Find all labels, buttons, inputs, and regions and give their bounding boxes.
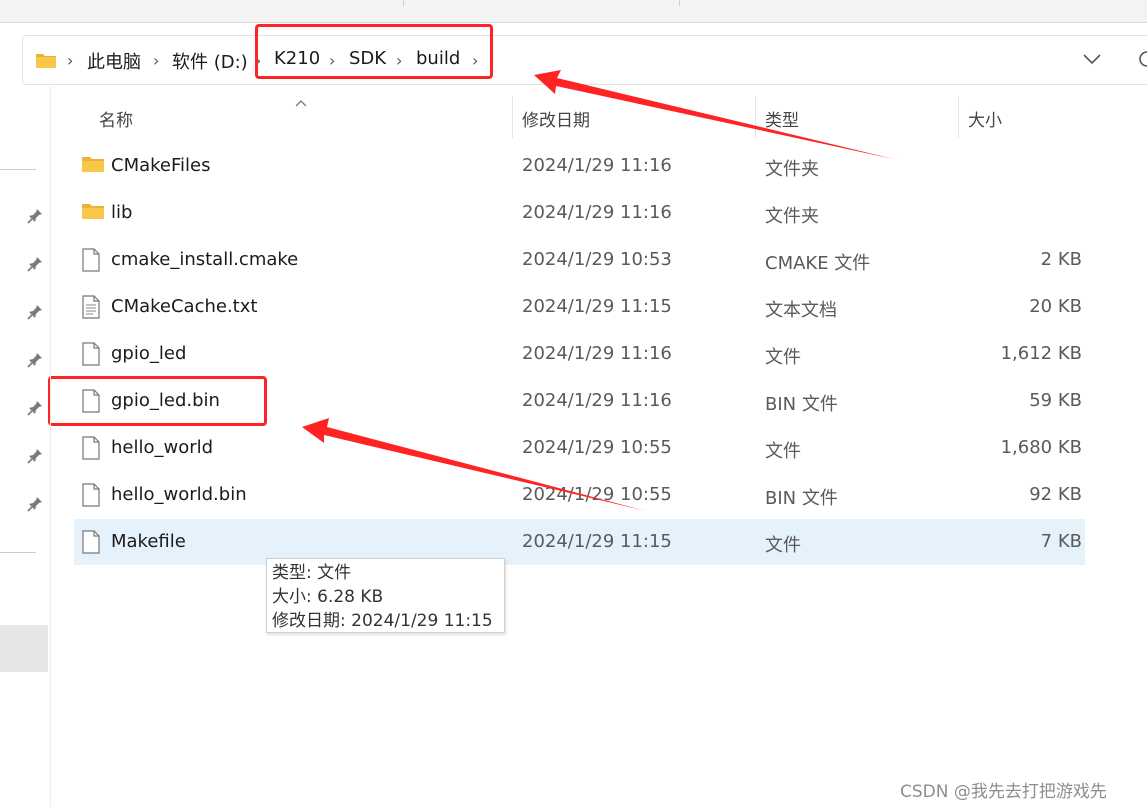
file-date: 2024/1/29 11:15 [522, 296, 672, 317]
chevron-right-icon[interactable]: › [472, 51, 478, 70]
pin-icon[interactable] [26, 255, 44, 273]
address-bar[interactable]: › 此电脑 › 软件 (D:) › K210 › SDK › build › [22, 35, 1147, 85]
file-name: gpio_led [111, 343, 187, 364]
file-name: lib [111, 202, 133, 223]
sort-ascending-icon [295, 92, 307, 111]
file-size: 20 KB [1029, 296, 1082, 317]
breadcrumb-this-pc[interactable]: 此电脑 [87, 48, 141, 74]
file-name: hello_world [111, 437, 214, 458]
file-type: 文本文档 [765, 300, 837, 321]
folder-icon [81, 154, 105, 178]
chevron-right-icon[interactable]: › [329, 51, 335, 70]
file-type: 文件 [765, 535, 801, 556]
breadcrumb-sdk[interactable]: SDK [349, 48, 386, 69]
file-row[interactable]: Makefile 2024/1/29 11:15 文件 7 KB [74, 519, 1085, 565]
file-icon [81, 248, 101, 276]
file-name: CMakeCache.txt [111, 296, 258, 317]
breadcrumb-k210[interactable]: K210 [274, 48, 320, 69]
file-row[interactable]: cmake_install.cmake 2024/1/29 10:53 CMAKE … [74, 237, 1085, 283]
watermark: CSDN @我先去打把游戏先 [900, 782, 1107, 802]
file-type: BIN 文件 [765, 488, 838, 509]
file-type: CMAKE 文件 [765, 253, 871, 274]
file-type: 文件夹 [765, 206, 819, 227]
file-row[interactable]: hello_world 2024/1/29 10:55 文件 1,680 KB [74, 425, 1085, 471]
column-header-name[interactable]: 名称 [99, 106, 133, 131]
search-icon[interactable] [1135, 51, 1147, 75]
tab-separator [403, 0, 404, 6]
pin-icon[interactable] [26, 351, 44, 369]
file-size: 92 KB [1029, 484, 1082, 505]
file-row[interactable]: lib 2024/1/29 11:16 文件夹 [74, 190, 1085, 236]
navigation-pane[interactable] [0, 86, 51, 807]
pin-icon[interactable] [26, 399, 44, 417]
column-header-size[interactable]: 大小 [968, 106, 1002, 131]
chevron-right-icon[interactable]: › [255, 51, 261, 70]
file-icon [81, 530, 101, 558]
chevron-down-icon[interactable] [1082, 51, 1102, 70]
file-row[interactable]: CMakeCache.txt 2024/1/29 11:15 文本文档 20 KB [74, 284, 1085, 330]
file-date: 2024/1/29 11:16 [522, 390, 672, 411]
pin-icon[interactable] [26, 303, 44, 321]
column-header-date[interactable]: 修改日期 [522, 106, 590, 131]
pin-icon[interactable] [26, 447, 44, 465]
file-size: 59 KB [1029, 390, 1082, 411]
file-type: BIN 文件 [765, 394, 838, 415]
chevron-right-icon[interactable]: › [67, 51, 73, 70]
folder-icon [81, 201, 105, 225]
file-name: cmake_install.cmake [111, 249, 299, 270]
tooltip-type: 类型: 文件 [272, 563, 352, 583]
file-icon [81, 436, 101, 464]
file-type: 文件夹 [765, 159, 819, 180]
file-name: CMakeFiles [111, 155, 211, 176]
column-header-type[interactable]: 类型 [765, 106, 799, 131]
column-divider[interactable] [512, 96, 513, 138]
file-icon [81, 342, 101, 370]
file-date: 2024/1/29 10:55 [522, 484, 672, 505]
title-bar [0, 0, 1147, 23]
file-date: 2024/1/29 10:53 [522, 249, 672, 270]
file-row[interactable]: gpio_led 2024/1/29 11:16 文件 1,612 KB [74, 331, 1085, 377]
file-date: 2024/1/29 11:16 [522, 202, 672, 223]
file-row[interactable]: gpio_led.bin 2024/1/29 11:16 BIN 文件 59 KB [74, 378, 1085, 424]
file-row[interactable]: hello_world.bin 2024/1/29 10:55 BIN 文件 92 K… [74, 472, 1085, 518]
file-size: 1,680 KB [1000, 437, 1082, 458]
tooltip-size: 大小: 6.28 KB [272, 587, 384, 607]
file-date: 2024/1/29 11:16 [522, 343, 672, 364]
breadcrumb-build[interactable]: build [416, 48, 460, 69]
file-type: 文件 [765, 347, 801, 368]
file-tooltip: 类型: 文件 大小: 6.28 KB 修改日期: 2024/1/29 11:15 [266, 558, 505, 633]
text-file-icon [81, 295, 101, 323]
file-size: 2 KB [1040, 249, 1082, 270]
breadcrumb-drive-d[interactable]: 软件 (D:) [172, 48, 248, 74]
file-icon [81, 483, 101, 511]
nav-item-selected[interactable] [0, 625, 48, 672]
file-row[interactable]: CMakeFiles 2024/1/29 11:16 文件夹 [74, 143, 1085, 189]
column-divider[interactable] [958, 96, 959, 138]
file-date: 2024/1/29 11:15 [522, 531, 672, 552]
folder-icon [35, 51, 57, 73]
pin-icon[interactable] [26, 495, 44, 513]
file-name: gpio_led.bin [111, 390, 220, 411]
file-name: Makefile [111, 531, 186, 552]
file-type: 文件 [765, 441, 801, 462]
file-size: 1,612 KB [1000, 343, 1082, 364]
chevron-right-icon[interactable]: › [153, 51, 159, 70]
tooltip-date: 修改日期: 2024/1/29 11:15 [272, 611, 493, 631]
tab-separator [679, 0, 680, 6]
nav-divider [0, 169, 36, 170]
file-name: hello_world.bin [111, 484, 247, 505]
file-size: 7 KB [1040, 531, 1082, 552]
file-icon [81, 389, 101, 417]
chevron-right-icon[interactable]: › [396, 51, 402, 70]
pin-icon[interactable] [26, 207, 44, 225]
file-date: 2024/1/29 11:16 [522, 155, 672, 176]
column-divider[interactable] [755, 96, 756, 138]
nav-divider [0, 552, 36, 553]
file-date: 2024/1/29 10:55 [522, 437, 672, 458]
